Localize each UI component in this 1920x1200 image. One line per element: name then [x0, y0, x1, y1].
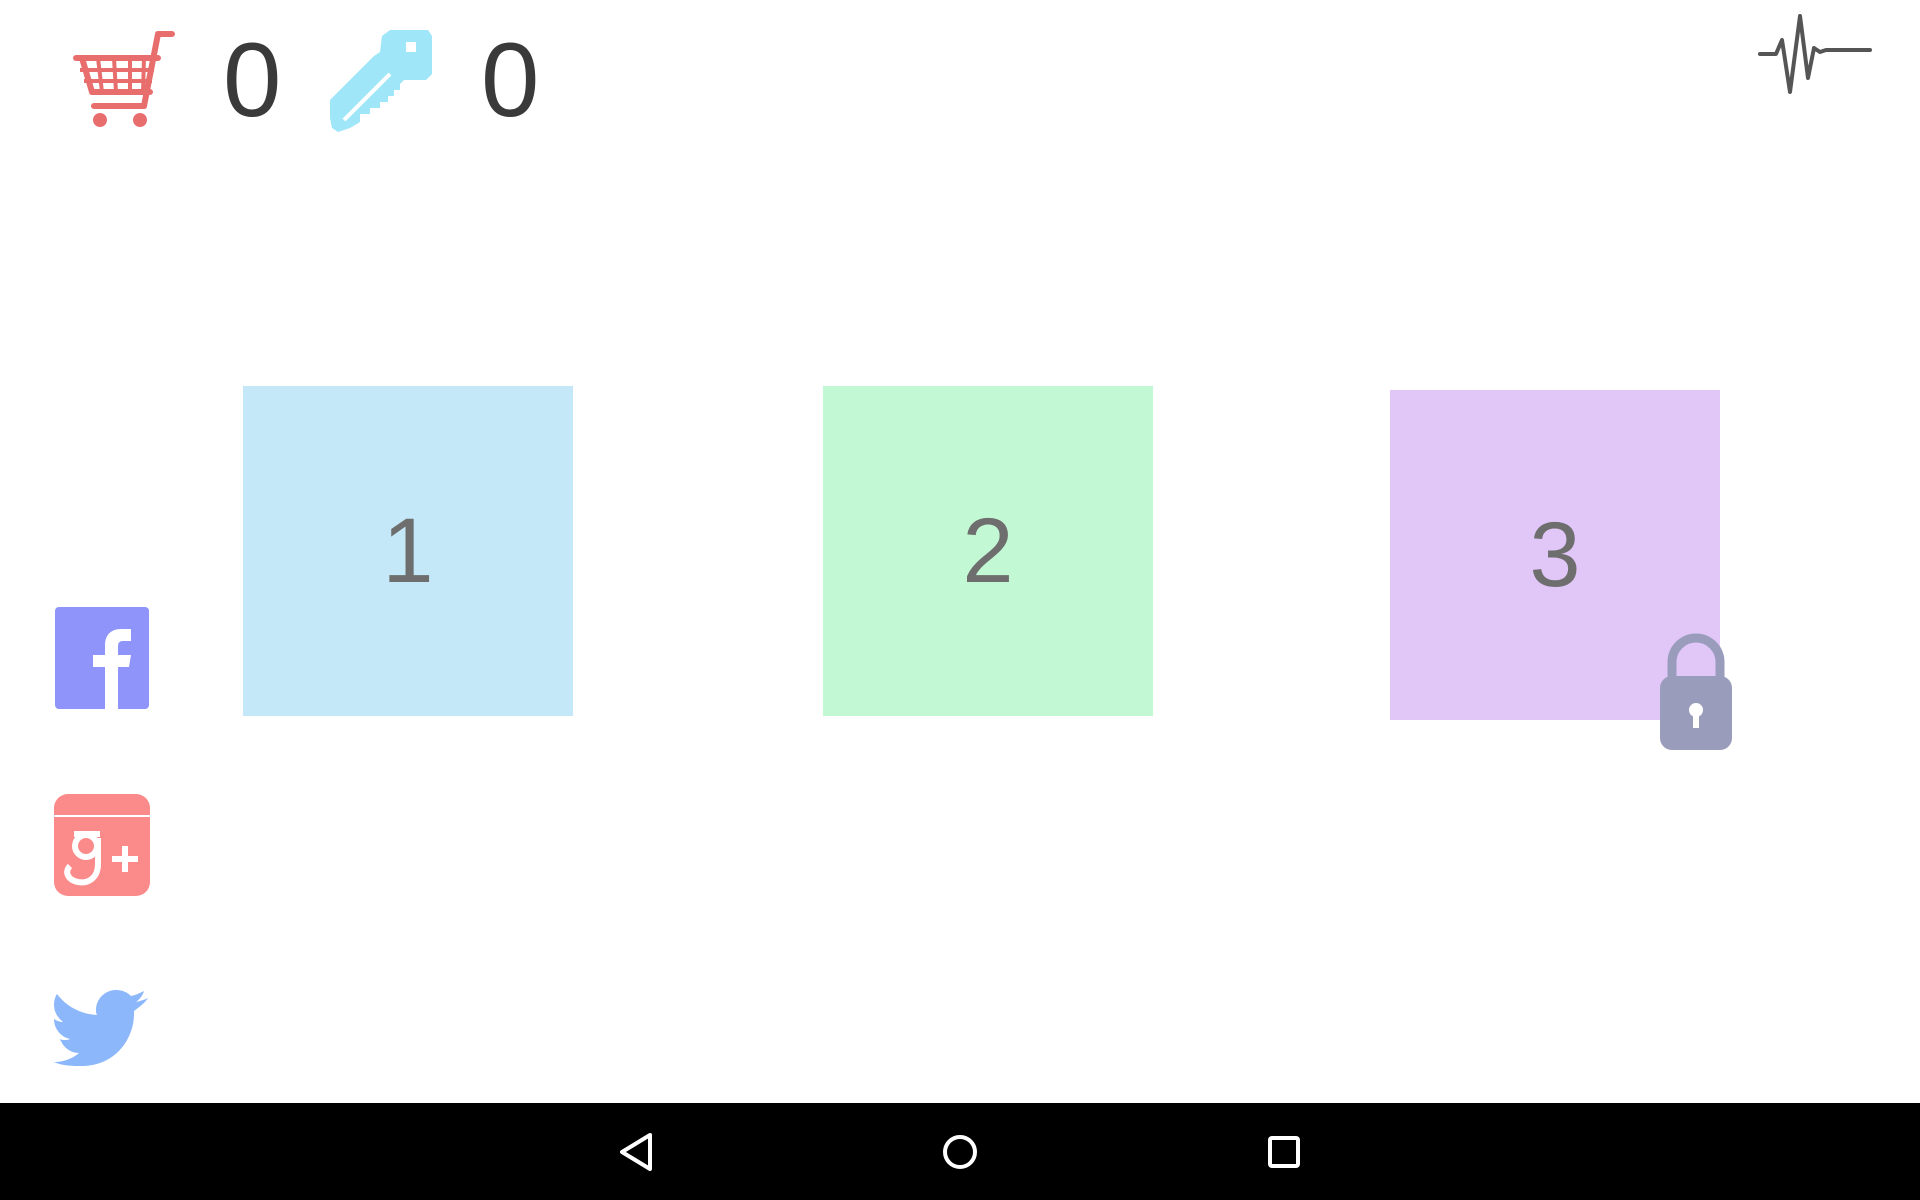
facebook-icon: [55, 607, 149, 709]
twitter-button[interactable]: [54, 990, 150, 1066]
key-icon: [330, 28, 434, 132]
navigation-bar: [0, 1103, 1920, 1200]
back-icon[interactable]: [614, 1129, 658, 1175]
level-3-label: 3: [1529, 503, 1581, 606]
game-screen: 0 0 1 2 3: [0, 0, 1920, 1200]
google-plus-icon: [54, 794, 150, 896]
facebook-button[interactable]: [55, 607, 149, 709]
key-count: 0: [481, 22, 540, 139]
recents-icon[interactable]: [1264, 1129, 1304, 1175]
level-1-label: 1: [382, 499, 434, 602]
lock-icon: [1656, 632, 1736, 752]
level-2-label: 2: [962, 499, 1014, 602]
cart-count: 0: [223, 22, 282, 139]
home-icon[interactable]: [940, 1129, 980, 1175]
shopping-cart-icon: [72, 28, 178, 132]
level-1-button[interactable]: 1: [243, 386, 573, 716]
level-2-button[interactable]: 2: [823, 386, 1153, 716]
google-plus-button[interactable]: [54, 794, 150, 896]
pulse-icon[interactable]: [1758, 14, 1872, 98]
twitter-icon: [54, 990, 148, 1066]
